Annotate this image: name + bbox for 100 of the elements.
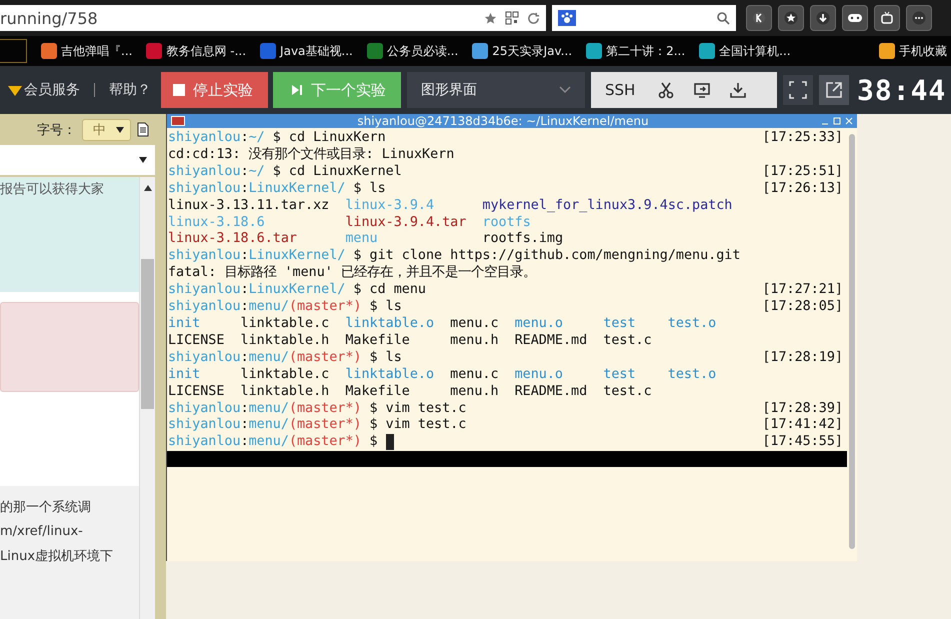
file-name: linux-3.9.4 xyxy=(345,198,436,215)
window-title: shiyanlou@247138d34b6e: ~/LinuxKernel/menu xyxy=(356,114,650,128)
open-external-icon[interactable] xyxy=(819,75,849,105)
command-text: vim test.c xyxy=(386,417,466,434)
timestamp: [17:28:05] xyxy=(762,299,844,316)
file-name: test.o xyxy=(668,366,716,384)
gamepad-icon[interactable] xyxy=(842,5,868,31)
file-name: linktable.o xyxy=(345,366,434,384)
timestamp: [17:45:55] xyxy=(762,434,844,452)
screen-icon[interactable] xyxy=(693,81,712,99)
bookmark-link[interactable]: 第二十讲：2... xyxy=(586,42,686,60)
fullscreen-icon[interactable] xyxy=(783,75,813,105)
command-text: ls xyxy=(386,299,402,316)
paragraph-text: m/xref/linux- xyxy=(0,524,84,539)
output-text: fatal: 目标路径 'menu' 已经存在，并且不是一个空目录。 xyxy=(168,265,536,282)
ssh-button[interactable]: SSH xyxy=(601,81,640,99)
shell-prompt: shiyanlou:menu/(master*) $ xyxy=(168,417,378,434)
file-name: menu xyxy=(345,231,379,248)
search-icon xyxy=(716,11,730,25)
file-name: init xyxy=(168,366,202,384)
bookmark-link[interactable]: 25天实录Jav... xyxy=(472,42,572,60)
star-icon[interactable] xyxy=(484,12,497,24)
member-link[interactable]: 会员服务 xyxy=(8,81,80,99)
download-icon[interactable] xyxy=(810,5,836,31)
file-name: rootfs.img xyxy=(482,231,564,248)
file-name: linktable.o xyxy=(345,316,434,333)
timestamp: [17:28:39] xyxy=(762,400,844,418)
file-name: test xyxy=(603,366,637,384)
file-name: menu.h xyxy=(450,384,499,400)
timestamp: [17:25:33] xyxy=(762,130,844,147)
file-name: test.c xyxy=(603,384,652,400)
shell-prompt: shiyanlou:~/ $ xyxy=(168,130,281,147)
shell-prompt: shiyanlou:LinuxKernel/ $ xyxy=(168,180,362,198)
file-name: README.md xyxy=(514,332,588,350)
reload-icon[interactable] xyxy=(527,12,540,24)
timestamp: [17:25:51] xyxy=(762,164,844,181)
shell-prompt: shiyanlou:LinuxKernel/ $ xyxy=(168,282,362,300)
bookmark-link[interactable]: 全国计算机... xyxy=(699,42,791,60)
file-name: linktable.c xyxy=(240,366,330,384)
command-text: vim test.c xyxy=(386,400,466,418)
paragraph-text: Linux虚拟机环境下 xyxy=(0,548,114,565)
font-size-label: 字号： xyxy=(37,122,76,138)
shell-prompt: shiyanlou:menu/(master*) $ xyxy=(168,434,378,452)
dropdown-icon xyxy=(116,126,124,132)
k-icon[interactable] xyxy=(746,5,772,31)
timestamp: [17:26:13] xyxy=(762,180,844,198)
timestamp: [17:27:21] xyxy=(762,282,844,300)
file-name: Makefile xyxy=(345,332,411,350)
close-icon[interactable] xyxy=(845,117,853,125)
file-name: mykernel_for_linux3.9.4sc.patch xyxy=(482,198,732,215)
panel-text: 报告可以获得大家 xyxy=(0,182,104,197)
command-text: cd LinuxKernel xyxy=(288,164,402,181)
stop-experiment-button[interactable]: 停止实验 xyxy=(161,72,268,108)
file-name: rootfs xyxy=(482,214,532,232)
bookmark-link[interactable]: 手机收藏 xyxy=(879,42,947,60)
shell-prompt: shiyanlou:menu/(master*) $ xyxy=(168,400,378,418)
file-name: README.md xyxy=(514,384,588,400)
file-name: linktable.c xyxy=(240,316,330,333)
skip-icon xyxy=(291,84,303,96)
shell-prompt: shiyanlou:LinuxKernel/ $ xyxy=(168,248,362,265)
file-name: test.c xyxy=(603,332,652,350)
chevron-icon xyxy=(559,86,571,94)
download-icon[interactable] xyxy=(729,81,748,99)
shell-prompt: shiyanlou:menu/(master*) $ xyxy=(168,350,378,367)
bookmark-link[interactable]: 教务信息网 -... xyxy=(146,42,246,60)
qr-code-icon[interactable] xyxy=(505,11,519,25)
file-name: init xyxy=(168,316,202,333)
tv-icon[interactable] xyxy=(874,5,900,31)
file-name: test.o xyxy=(668,316,716,333)
bookmark-tab[interactable] xyxy=(0,39,27,63)
command-text: cd menu xyxy=(370,282,426,300)
file-name: linux-3.9.4.tar xyxy=(345,214,466,232)
document-icon[interactable] xyxy=(137,122,149,137)
file-name: linktable.h xyxy=(240,384,330,400)
file-name: linux-3.13.11.tar.xz xyxy=(168,198,330,215)
dropdown-icon xyxy=(139,157,147,163)
file-name: linux-3.18.6 xyxy=(168,214,266,232)
file-name: test xyxy=(603,316,637,333)
file-name: menu.o xyxy=(514,366,564,384)
command-text: git clone https://github.com/mengning/menu.git xyxy=(370,248,740,264)
scissors-icon[interactable] xyxy=(657,81,676,99)
paragraph-text: 的那一个系统调 xyxy=(0,499,92,516)
maximize-icon[interactable] xyxy=(833,117,841,125)
file-name: menu.o xyxy=(514,316,564,333)
command-text: cd LinuxKern xyxy=(288,130,386,146)
file-name: linktable.h xyxy=(240,332,330,350)
shell-prompt: shiyanlou:menu/(master*) $ xyxy=(168,299,378,316)
bookmark-link[interactable]: Java基础视... xyxy=(260,42,353,60)
paw-icon xyxy=(558,10,576,26)
vip-icon xyxy=(8,84,22,96)
address-field[interactable]: running/758 xyxy=(0,5,546,31)
help-link[interactable]: 帮助？ xyxy=(109,81,151,99)
bookmark-link[interactable]: 吉他弹唱『... xyxy=(41,42,132,60)
bookmark-link[interactable]: 公务员必读... xyxy=(366,42,458,60)
mode-dropdown[interactable]: 图形界面 xyxy=(407,72,585,108)
command-text: ls xyxy=(386,350,402,367)
scrollbar[interactable] xyxy=(139,177,155,619)
file-name: Makefile xyxy=(345,384,411,400)
address-text: running/758 xyxy=(0,8,99,28)
search-field[interactable] xyxy=(552,5,736,31)
